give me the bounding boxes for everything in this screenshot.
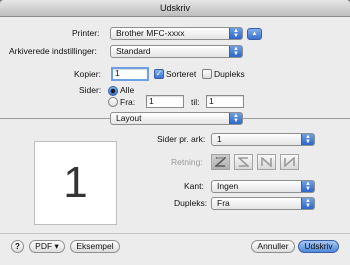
window-title: Udskriv	[0, 0, 350, 17]
printer-label: Printer:	[72, 28, 100, 38]
popup-arrows-icon: ▲ ▼	[301, 198, 314, 209]
preview-page-number: 1	[63, 158, 88, 207]
help-button[interactable]: ?	[11, 240, 24, 253]
popup-arrows-icon: ▲ ▼	[301, 134, 314, 145]
pages-from-radio[interactable]	[108, 97, 118, 107]
pages-to-input[interactable]: 1	[206, 95, 244, 108]
print-dialog: Udskriv Printer: Brother MFC-xxxx ▲ ▼ ▲ A…	[0, 0, 350, 265]
presets-value: Standard	[116, 46, 151, 56]
layout-duplex-popup[interactable]: Fra ▲ ▼	[211, 197, 315, 210]
s-order-icon[interactable]	[234, 154, 253, 170]
copies-input[interactable]: 1	[111, 67, 149, 81]
pdf-menu-button[interactable]: PDF ▾	[29, 240, 65, 253]
footer-divider	[0, 233, 350, 234]
disclosure-button[interactable]: ▲	[247, 28, 262, 40]
presets-popup[interactable]: Standard ▲ ▼	[110, 45, 243, 58]
duplex-label: Dupleks	[214, 69, 245, 79]
pages-from-input[interactable]: 1	[146, 95, 184, 108]
print-button[interactable]: Udskriv	[298, 240, 339, 253]
preview-button[interactable]: Eksempel	[70, 240, 120, 253]
collated-label: Sorteret	[166, 69, 197, 79]
panel-value: Layout	[116, 113, 142, 123]
pages-all-label: Alle	[120, 85, 135, 95]
pages-per-sheet-label: Sider pr. ark:	[157, 134, 206, 144]
duplex-checkbox[interactable]	[202, 69, 212, 79]
direction-label: Retning:	[171, 157, 203, 167]
border-popup[interactable]: Ingen ▲ ▼	[211, 180, 315, 193]
pages-per-sheet-popup[interactable]: 1 ▲ ▼	[211, 133, 315, 146]
copies-label: Kopier:	[74, 69, 101, 79]
panel-popup[interactable]: Layout ▲ ▼	[110, 112, 243, 125]
z-order-icon[interactable]	[211, 154, 230, 170]
pages-per-sheet-value: 1	[217, 134, 222, 144]
pages-all-radio[interactable]	[108, 86, 118, 96]
n-order-icon[interactable]	[280, 154, 299, 170]
printer-value: Brother MFC-xxxx	[116, 28, 185, 38]
popup-arrows-icon: ▲ ▼	[229, 46, 242, 57]
pages-to-label: til:	[191, 97, 200, 107]
border-label: Kant:	[184, 181, 204, 191]
border-value: Ingen	[217, 181, 239, 191]
pages-label: Sider:	[79, 85, 102, 95]
collated-checkbox[interactable]: ✓	[154, 69, 164, 79]
popup-arrows-icon: ▲ ▼	[229, 113, 242, 124]
popup-arrows-icon: ▲ ▼	[301, 181, 314, 192]
layout-duplex-value: Fra	[217, 198, 230, 208]
popup-arrows-icon: ▲ ▼	[229, 28, 242, 39]
printer-popup[interactable]: Brother MFC-xxxx ▲ ▼	[110, 27, 243, 40]
pages-from-label: Fra:	[120, 97, 136, 107]
reverse-n-order-icon[interactable]	[257, 154, 276, 170]
layout-duplex-label: Dupleks:	[174, 198, 208, 208]
page-preview: 1	[34, 141, 117, 225]
cancel-button[interactable]: Annuller	[251, 240, 295, 253]
presets-label: Arkiverede indstillinger:	[9, 46, 97, 56]
